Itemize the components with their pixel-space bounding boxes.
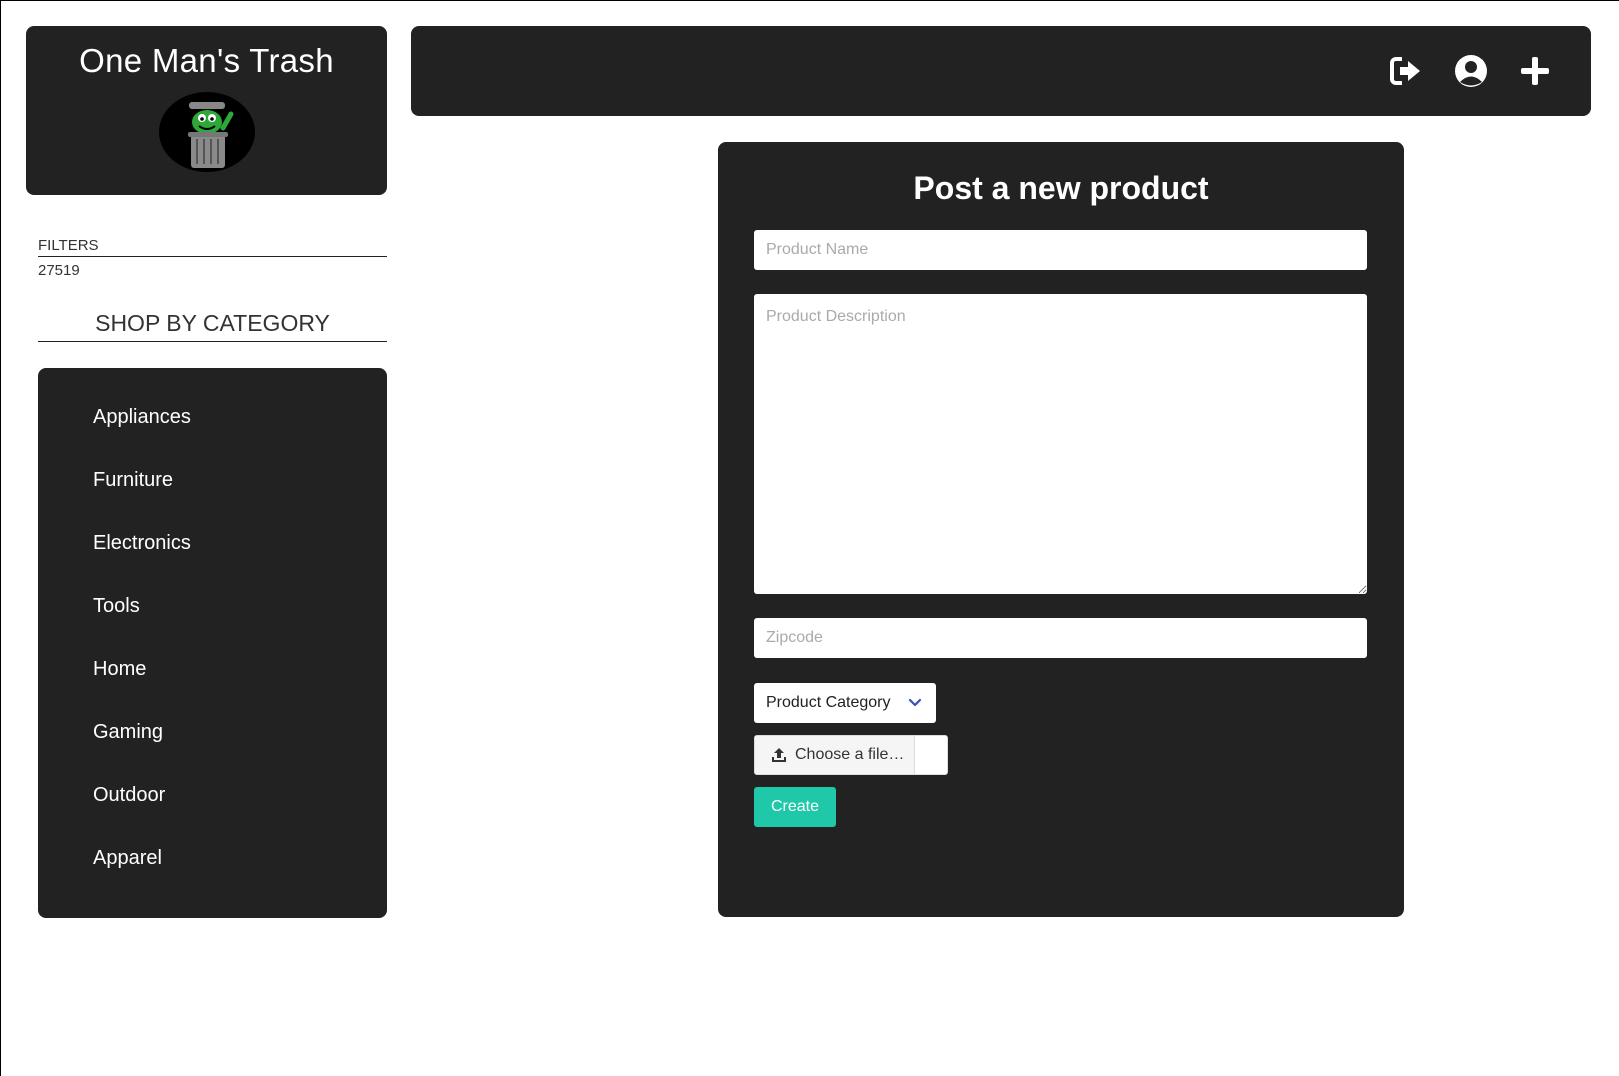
product-name-input[interactable] xyxy=(754,230,1367,270)
choose-file-label: Choose a file… xyxy=(795,746,905,763)
category-item-outdoor[interactable]: Outdoor xyxy=(93,784,165,807)
product-description-input[interactable] xyxy=(754,294,1367,594)
category-item-home[interactable]: Home xyxy=(93,658,146,681)
category-item-gaming[interactable]: Gaming xyxy=(93,721,163,744)
zipcode-input[interactable] xyxy=(754,618,1367,658)
product-category-select-label: Product Category xyxy=(766,694,891,711)
chevron-down-icon xyxy=(908,698,922,707)
plus-icon[interactable] xyxy=(1517,53,1553,89)
shop-by-category-heading: SHOP BY CATEGORY xyxy=(38,310,387,342)
category-item-tools[interactable]: Tools xyxy=(93,595,140,618)
top-navbar xyxy=(411,26,1591,116)
brand-card: One Man's Trash xyxy=(26,26,387,195)
category-list: Appliances Furniture Electronics Tools H… xyxy=(38,368,387,918)
filter-zipcode-value[interactable]: 27519 xyxy=(38,262,80,279)
trash-can-character-logo[interactable] xyxy=(158,92,255,172)
choose-file-button[interactable]: Choose a file… xyxy=(755,736,915,774)
category-item-appliances[interactable]: Appliances xyxy=(93,406,191,429)
category-item-electronics[interactable]: Electronics xyxy=(93,532,191,555)
sign-out-icon[interactable] xyxy=(1388,53,1424,89)
create-button[interactable]: Create xyxy=(754,787,836,827)
form-title: Post a new product xyxy=(913,170,1209,206)
category-item-apparel[interactable]: Apparel xyxy=(93,847,162,870)
post-product-form: Post a new product Product Category Choo… xyxy=(718,142,1404,917)
upload-icon xyxy=(772,748,786,762)
product-category-select[interactable]: Product Category xyxy=(754,683,936,723)
site-title: One Man's Trash xyxy=(79,42,334,79)
file-upload[interactable]: Choose a file… xyxy=(754,735,948,775)
category-item-furniture[interactable]: Furniture xyxy=(93,469,173,492)
filters-label: FILTERS xyxy=(38,237,387,257)
user-circle-icon[interactable] xyxy=(1453,53,1489,89)
